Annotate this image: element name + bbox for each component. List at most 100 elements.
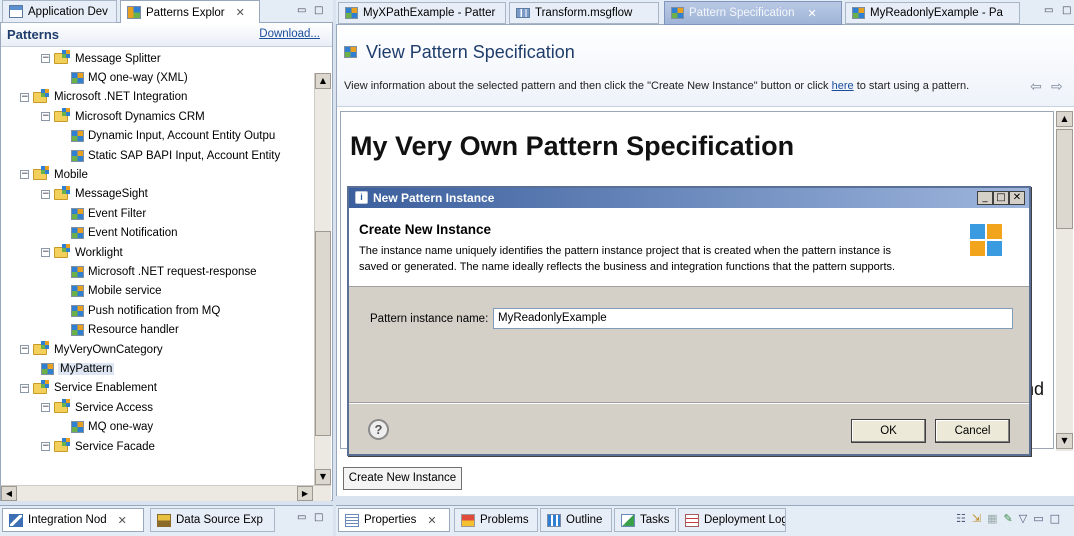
tree-item[interactable]: Resource handler bbox=[71, 321, 179, 340]
pattern-icon bbox=[71, 227, 84, 240]
scroll-down-button[interactable]: ▼ bbox=[315, 469, 331, 485]
dialog-titlebar: i New Pattern Instance _ □ ✕ bbox=[349, 188, 1029, 208]
folder-icon bbox=[54, 185, 70, 200]
tree-item[interactable]: Event Filter bbox=[71, 204, 146, 223]
maximize-icon[interactable]: □ bbox=[314, 512, 323, 523]
tree-item[interactable]: Dynamic Input, Account Entity Outpu bbox=[71, 127, 275, 146]
tab-data-source-explorer[interactable]: Data Source Exp bbox=[150, 508, 275, 532]
tab-application-development[interactable]: Application Dev bbox=[2, 0, 117, 23]
close-window-button[interactable]: ✕ bbox=[1009, 191, 1025, 205]
close-icon[interactable]: ✕ bbox=[236, 6, 245, 19]
scroll-left-button[interactable]: ◀ bbox=[1, 486, 17, 501]
minimize-icon[interactable]: ▭ bbox=[297, 5, 306, 16]
tab-transform-msgflow[interactable]: Transform.msgflow bbox=[509, 2, 659, 24]
tree-item[interactable]: Event Notification bbox=[71, 224, 178, 243]
tree-item-label: Service Facade bbox=[75, 440, 155, 453]
scroll-thumb[interactable] bbox=[1056, 129, 1073, 229]
tab-properties[interactable]: Properties ✕ bbox=[338, 508, 450, 532]
tab-patterns-explorer[interactable]: Patterns Explor ✕ bbox=[120, 0, 260, 24]
tree-horizontal-scrollbar[interactable]: ◀ ▶ bbox=[1, 485, 331, 501]
tree-item[interactable]: Static SAP BAPI Input, Account Entity bbox=[71, 146, 280, 165]
tree-item[interactable]: − Message Splitter bbox=[41, 49, 161, 68]
maximize-icon[interactable]: □ bbox=[1062, 5, 1071, 16]
download-link[interactable]: Download... bbox=[259, 28, 320, 40]
scroll-up-button[interactable]: ▲ bbox=[315, 73, 331, 89]
collapse-icon[interactable]: − bbox=[41, 442, 50, 451]
minimize-window-button[interactable]: _ bbox=[977, 191, 993, 205]
collapse-icon[interactable]: − bbox=[41, 54, 50, 63]
tree-item-label: Message Splitter bbox=[75, 52, 161, 65]
collapse-icon[interactable]: − bbox=[20, 170, 29, 180]
tree-item[interactable]: − MessageSight bbox=[41, 185, 148, 204]
tab-label: Application Dev bbox=[28, 5, 108, 18]
collapse-icon[interactable]: − bbox=[41, 248, 50, 257]
properties-icon bbox=[345, 513, 359, 527]
scroll-right-button[interactable]: ▶ bbox=[297, 486, 313, 501]
tab-outline[interactable]: Outline bbox=[540, 508, 612, 532]
view-menu-icon[interactable]: ▽ bbox=[1019, 512, 1027, 525]
spec-vertical-scrollbar[interactable]: ▲ ▼ bbox=[1056, 111, 1073, 451]
folder-icon bbox=[33, 341, 49, 355]
scroll-thumb[interactable] bbox=[315, 231, 331, 436]
restore-defaults-icon[interactable]: ▦ bbox=[987, 512, 997, 525]
tab-label: Problems bbox=[480, 514, 529, 526]
folder-icon bbox=[54, 108, 70, 123]
maximize-icon[interactable]: □ bbox=[1050, 512, 1060, 525]
collapse-icon[interactable]: − bbox=[20, 345, 29, 354]
tab-problems[interactable]: Problems bbox=[454, 508, 538, 532]
tree-item[interactable]: − MyVeryOwnCategory bbox=[20, 340, 163, 359]
here-link[interactable]: here bbox=[832, 80, 854, 92]
tree-item[interactable]: − Service Access bbox=[41, 398, 153, 417]
tree-item[interactable]: − Service Enablement bbox=[20, 379, 157, 398]
help-icon[interactable]: ? bbox=[368, 419, 389, 440]
scroll-up-button[interactable]: ▲ bbox=[1056, 111, 1073, 127]
back-arrow-icon[interactable]: ⇦ bbox=[1030, 79, 1042, 95]
tree-item[interactable]: Mobile service bbox=[71, 282, 162, 301]
tree-item[interactable]: − Mobile bbox=[20, 165, 88, 184]
show-categories-icon[interactable]: ☷ bbox=[956, 512, 966, 525]
tab-integration-nodes[interactable]: Integration Nod ✕ bbox=[2, 508, 144, 532]
minimize-icon[interactable]: ▭ bbox=[1044, 5, 1053, 16]
tree-item[interactable]: Microsoft .NET request-response bbox=[71, 262, 257, 281]
tree-item[interactable]: − Worklight bbox=[41, 243, 123, 262]
dialog-description-2: saved or generated. The name ideally ref… bbox=[359, 261, 896, 273]
close-icon[interactable]: ✕ bbox=[807, 7, 816, 20]
filter-icon[interactable]: ⇲ bbox=[972, 512, 981, 525]
tab-deployment-log[interactable]: Deployment Log bbox=[678, 508, 786, 532]
tree-item[interactable]: MQ one-way (XML) bbox=[71, 68, 188, 87]
tree-item[interactable]: MQ one-way bbox=[71, 418, 153, 437]
tree-item-label: Worklight bbox=[75, 246, 123, 259]
tree-item[interactable]: − Service Facade bbox=[41, 437, 155, 456]
maximize-window-button[interactable]: □ bbox=[993, 191, 1009, 205]
tree-item[interactable]: − Microsoft Dynamics CRM bbox=[41, 107, 205, 126]
forward-arrow-icon[interactable]: ⇨ bbox=[1051, 79, 1063, 95]
collapse-icon[interactable]: − bbox=[20, 383, 29, 393]
maximize-icon[interactable]: □ bbox=[314, 5, 323, 16]
scroll-down-button[interactable]: ▼ bbox=[1056, 433, 1073, 449]
collapse-icon[interactable]: − bbox=[41, 403, 50, 413]
cancel-button[interactable]: Cancel bbox=[935, 419, 1010, 443]
ok-button[interactable]: OK bbox=[851, 419, 926, 443]
folder-icon bbox=[33, 166, 49, 181]
minimize-icon[interactable]: ▭ bbox=[1033, 512, 1043, 525]
close-icon[interactable]: ✕ bbox=[427, 514, 436, 527]
tasks-icon bbox=[621, 513, 635, 527]
tree-item[interactable]: − Microsoft .NET Integration bbox=[20, 88, 187, 107]
close-icon[interactable]: ✕ bbox=[118, 514, 127, 527]
collapse-icon[interactable]: − bbox=[20, 92, 29, 102]
tab-myreadonlyexample[interactable]: MyReadonlyExample - Pa bbox=[845, 2, 1020, 24]
minimize-icon[interactable]: ▭ bbox=[297, 512, 306, 523]
tab-myxpathexample[interactable]: MyXPathExample - Patter bbox=[338, 2, 506, 24]
tree-vertical-scrollbar[interactable]: ▲ ▼ bbox=[314, 73, 331, 487]
dialog-heading: Create New Instance bbox=[359, 222, 492, 237]
create-new-instance-button[interactable]: Create New Instance bbox=[343, 467, 462, 490]
tab-tasks[interactable]: Tasks bbox=[614, 508, 676, 532]
info-text-end: to start using a pattern. bbox=[853, 80, 970, 92]
tab-pattern-specification[interactable]: Pattern Specification ✕ bbox=[664, 1, 842, 25]
tree-item[interactable]: MyPattern bbox=[41, 359, 115, 378]
collapse-icon[interactable]: − bbox=[41, 112, 50, 122]
pattern-instance-name-input[interactable]: MyReadonlyExample bbox=[493, 308, 1013, 329]
collapse-icon[interactable]: − bbox=[41, 189, 50, 199]
pin-icon[interactable]: ✎ bbox=[1004, 512, 1013, 525]
tree-item[interactable]: Push notification from MQ bbox=[71, 301, 220, 320]
